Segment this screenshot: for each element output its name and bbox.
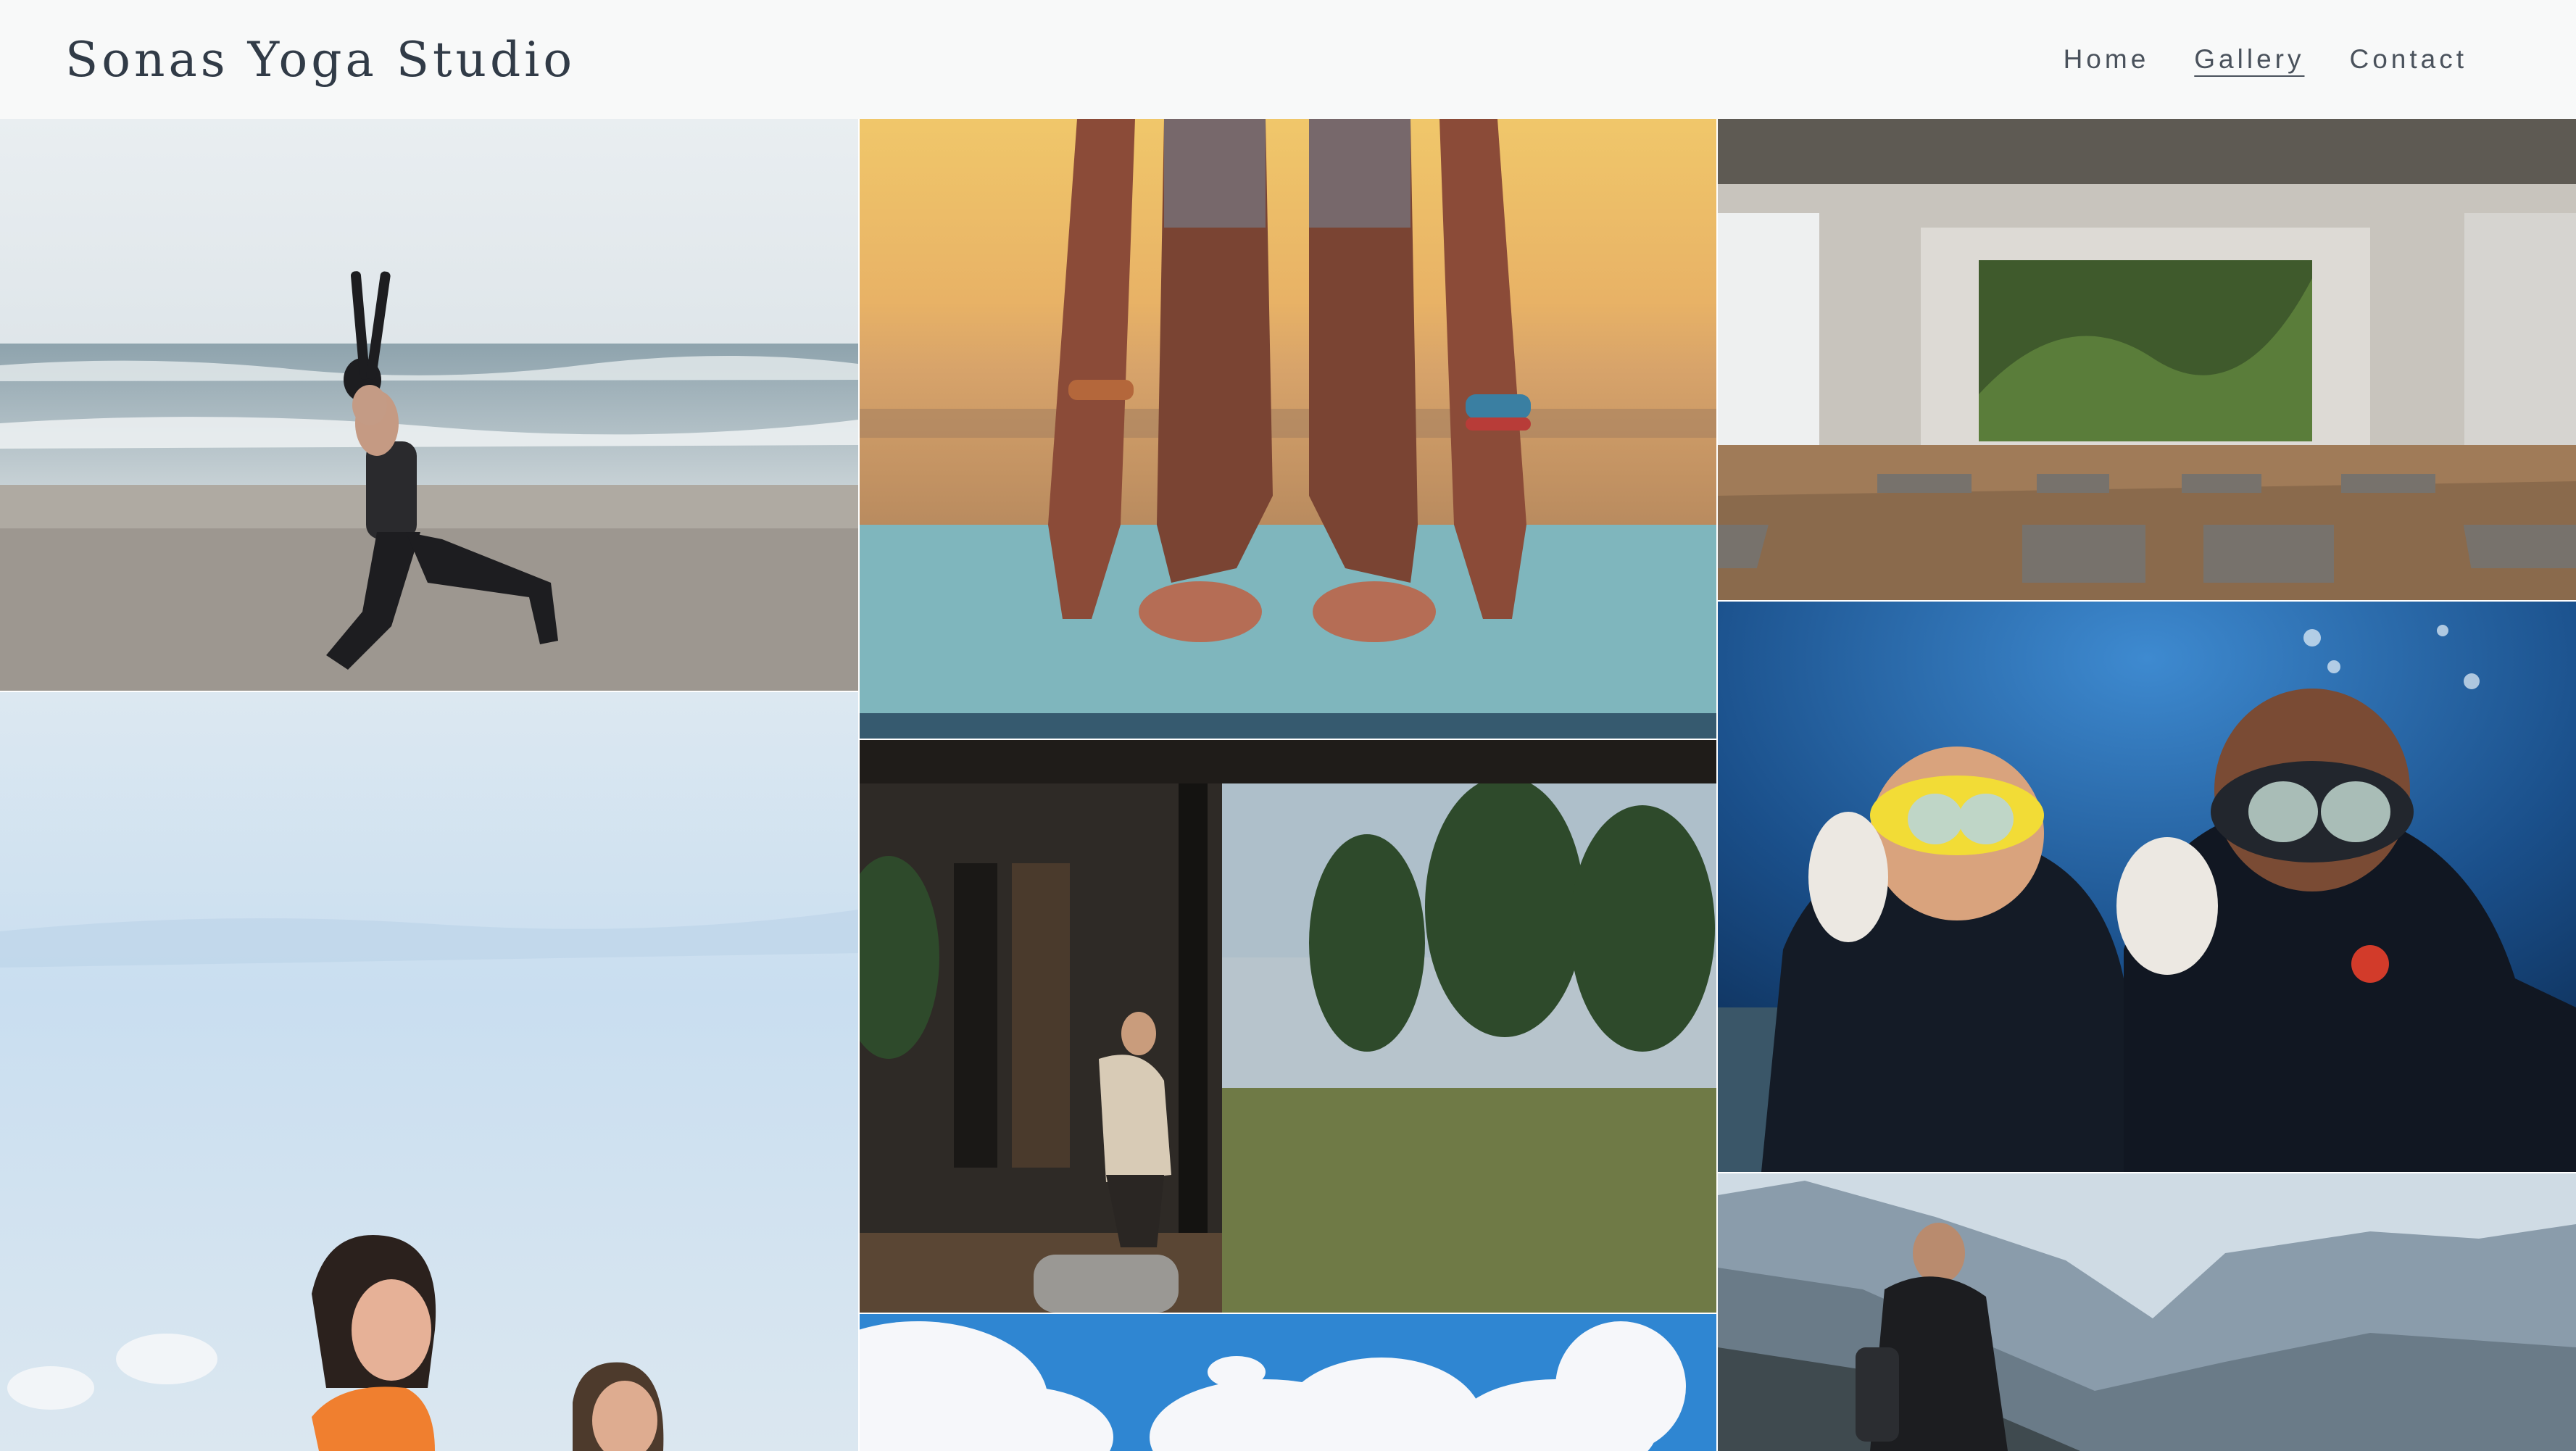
gallery-photo-beach-warrior[interactable] xyxy=(0,119,858,691)
beach-yoga-image xyxy=(0,119,858,691)
scuba-divers-image xyxy=(1718,602,2576,1172)
hiker-mountains-image xyxy=(1718,1173,2576,1451)
gallery-photo-hiker-mountains[interactable] xyxy=(1718,1173,2576,1451)
nav-contact-link[interactable]: Contact xyxy=(2349,44,2467,75)
gallery-photo-studio-room[interactable] xyxy=(1718,119,2576,600)
main-nav: Home Gallery Contact xyxy=(2019,44,2467,75)
women-sky-image xyxy=(0,692,858,1451)
clouds-image xyxy=(860,1314,1716,1451)
glass-cabin-image xyxy=(860,740,1716,1313)
site-header: Sonas Yoga Studio Home Gallery Contact xyxy=(0,0,2576,119)
site-title[interactable]: Sonas Yoga Studio xyxy=(65,32,576,88)
gallery-photo-two-women-sky[interactable] xyxy=(0,692,858,1451)
gallery-photo-scuba-divers[interactable] xyxy=(1718,602,2576,1172)
gallery-photo-forward-fold[interactable] xyxy=(860,119,1716,739)
page: Sonas Yoga Studio Home Gallery Contact xyxy=(0,0,2576,1451)
forward-fold-image xyxy=(860,119,1716,739)
studio-room-image xyxy=(1718,119,2576,600)
nav-gallery-link[interactable]: Gallery xyxy=(2194,44,2304,75)
gallery-photo-clouds[interactable] xyxy=(860,1314,1716,1451)
gallery-photo-glass-cabin[interactable] xyxy=(860,740,1716,1313)
nav-home-link[interactable]: Home xyxy=(2064,44,2150,75)
